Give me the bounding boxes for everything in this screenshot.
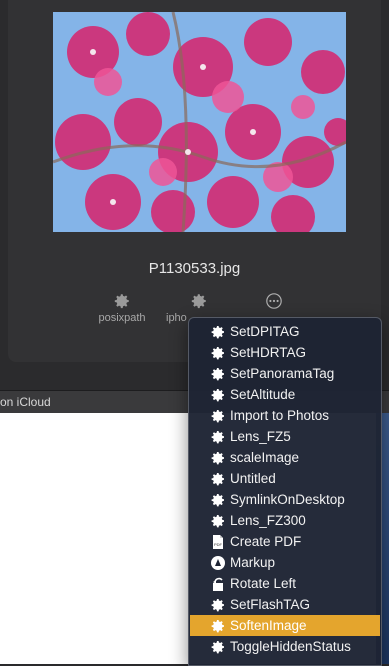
menu-item-label: SetDPITAG xyxy=(230,324,300,339)
gear-icon xyxy=(210,471,226,487)
menu-item-label: SetHDRTAG xyxy=(230,345,307,360)
menu-item-label: SetAltitude xyxy=(230,387,296,402)
menu-item-togglehiddenstatus[interactable]: ToggleHiddenStatus xyxy=(190,636,380,657)
menu-item-label: SoftenImage xyxy=(230,618,307,633)
menu-item-setpanoramatag[interactable]: SetPanoramaTag xyxy=(190,363,380,384)
menu-item-label: Import to Photos xyxy=(230,408,330,423)
more-actions-button[interactable] xyxy=(244,292,304,312)
gear-icon xyxy=(210,597,226,613)
menu-item-markup[interactable]: Markup xyxy=(190,552,380,573)
gear-icon xyxy=(210,639,226,655)
menu-item-label: Lens_FZ5 xyxy=(230,429,291,444)
gear-icon xyxy=(166,292,206,312)
pdf-document-icon: PDF xyxy=(210,534,226,550)
quick-action-posixpath[interactable]: posixpath xyxy=(92,292,152,324)
gear-icon xyxy=(210,387,226,403)
menu-item-import-to-photos[interactable]: Import to Photos xyxy=(190,405,380,426)
gear-icon xyxy=(210,366,226,382)
gear-icon xyxy=(210,450,226,466)
quick-action-label: posixpath xyxy=(98,312,146,324)
menu-item-label: Untitled xyxy=(230,471,276,486)
markup-icon xyxy=(210,555,226,571)
menu-item-lens-fz300[interactable]: Lens_FZ300 xyxy=(190,510,380,531)
menu-item-setaltitude[interactable]: SetAltitude xyxy=(190,384,380,405)
menu-item-label: Markup xyxy=(230,555,276,570)
menu-item-label: Create PDF xyxy=(230,534,302,549)
rotate-left-icon xyxy=(210,576,226,592)
menu-item-scaleimage[interactable]: scaleImage xyxy=(190,447,380,468)
photo-thumbnail[interactable] xyxy=(53,12,346,232)
gear-icon xyxy=(210,492,226,508)
menu-item-label: SetFlashTAG xyxy=(230,597,311,612)
menu-item-sethdrtag[interactable]: SetHDRTAG xyxy=(190,342,380,363)
svg-text:PDF: PDF xyxy=(214,542,223,547)
quick-actions-menu: SetDPITAG SetHDRTAG SetPanoramaTag SetAl… xyxy=(188,317,382,666)
bougainvillea-photo xyxy=(53,12,346,232)
more-icon xyxy=(244,292,304,312)
menu-item-label: Lens_FZ300 xyxy=(230,513,306,528)
gear-icon xyxy=(210,408,226,424)
menu-item-lens-fz5[interactable]: Lens_FZ5 xyxy=(190,426,380,447)
menu-item-symlinkondesktop[interactable]: SymlinkOnDesktop xyxy=(190,489,380,510)
menu-item-create-pdf[interactable]: PDF Create PDF xyxy=(190,531,380,552)
menu-item-softenimage[interactable]: SoftenImage xyxy=(190,615,380,636)
gear-icon xyxy=(210,324,226,340)
menu-item-rotate-left[interactable]: Rotate Left xyxy=(190,573,380,594)
menu-item-setflashtag[interactable]: SetFlashTAG xyxy=(190,594,380,615)
gear-icon xyxy=(210,345,226,361)
icloud-status-text: on iCloud xyxy=(0,395,51,409)
gear-icon xyxy=(210,618,226,634)
menu-item-untitled[interactable]: Untitled xyxy=(190,468,380,489)
gear-icon xyxy=(210,513,226,529)
menu-item-label: ToggleHiddenStatus xyxy=(230,639,351,654)
menu-item-label: SymlinkOnDesktop xyxy=(230,492,345,507)
preview-filename: P1130533.jpg xyxy=(148,260,241,277)
quick-action-label: ipho xyxy=(166,312,187,324)
menu-item-setdpitag[interactable]: SetDPITAG xyxy=(190,321,380,342)
menu-item-label: scaleImage xyxy=(230,450,300,465)
menu-item-label: SetPanoramaTag xyxy=(230,366,335,381)
gear-icon xyxy=(92,292,152,312)
gear-icon xyxy=(210,429,226,445)
menu-item-label: Rotate Left xyxy=(230,576,297,591)
